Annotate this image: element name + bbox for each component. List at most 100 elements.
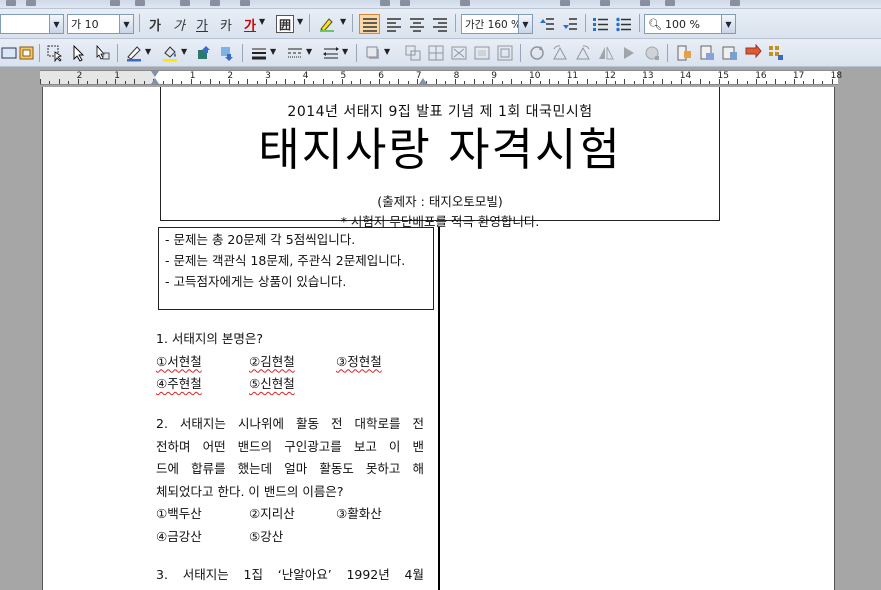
toolbar-icon[interactable] <box>460 0 470 6</box>
ruler-tick <box>285 79 287 84</box>
wrap-text-icon[interactable] <box>675 44 693 62</box>
align-right-button[interactable] <box>431 15 449 33</box>
bring-front-icon[interactable] <box>195 44 213 62</box>
caption-icon[interactable] <box>698 44 716 62</box>
ruler-tick <box>58 79 60 84</box>
toolbar-icon[interactable] <box>135 0 145 6</box>
select-objects-icon[interactable] <box>46 44 64 62</box>
toolbar-icon[interactable] <box>380 0 390 6</box>
font-color-button[interactable]: 가 <box>241 15 259 34</box>
resize-icon[interactable] <box>496 44 514 62</box>
toolbar-icon[interactable] <box>640 0 650 6</box>
chevron-down-icon[interactable]: ▼ <box>181 47 187 56</box>
flip-vertical-icon[interactable] <box>620 44 638 62</box>
toolbar-icon[interactable] <box>400 0 410 6</box>
bullet-list-button[interactable] <box>615 15 633 33</box>
toolbar-icon[interactable] <box>600 0 610 6</box>
shadow-icon[interactable] <box>364 44 382 62</box>
indent-marker[interactable] <box>151 71 159 77</box>
strikethrough-button[interactable]: 카 <box>217 15 235 34</box>
chevron-down-icon[interactable]: ▼ <box>306 47 312 56</box>
toolbar-icon[interactable] <box>210 0 220 6</box>
fill-color-icon[interactable] <box>161 44 179 62</box>
toolbar-icon[interactable] <box>560 0 570 6</box>
chevron-down-icon[interactable]: ▼ <box>119 15 133 33</box>
chevron-down-icon[interactable]: ▼ <box>340 17 346 26</box>
chevron-down-icon[interactable]: ▼ <box>342 47 348 56</box>
align-justify-icon <box>362 18 377 32</box>
line-style-icon[interactable] <box>250 44 268 62</box>
rotate-left-icon[interactable] <box>551 44 569 62</box>
flip-horizontal-icon[interactable] <box>597 44 615 62</box>
toolbar-icon[interactable] <box>180 0 190 6</box>
highlighter-icon[interactable] <box>318 15 336 33</box>
pointer-icon[interactable] <box>70 44 88 62</box>
insert-picture-icon[interactable] <box>721 44 739 62</box>
chevron-down-icon[interactable]: ▼ <box>297 17 303 26</box>
dash-style-icon[interactable] <box>286 44 304 62</box>
ruler-tick <box>388 81 390 84</box>
decrease-spacing-button[interactable] <box>561 15 579 33</box>
chevron-down-icon[interactable]: ▼ <box>518 15 532 33</box>
chevron-down-icon[interactable]: ▼ <box>384 47 390 56</box>
align-objects-icon[interactable] <box>450 44 468 62</box>
line-spacing-combo[interactable]: 가간 160 % ▼ <box>461 14 533 34</box>
ruler-tick <box>709 81 711 84</box>
bold-button[interactable]: 가 <box>146 15 164 34</box>
option: ②지리산 <box>249 506 295 521</box>
toolbar-icon[interactable] <box>240 0 250 6</box>
ruler-tick <box>445 81 447 84</box>
style-combo[interactable]: ▼ <box>0 14 64 34</box>
group-icon[interactable] <box>93 44 111 62</box>
underline-button[interactable]: 가 <box>193 15 211 34</box>
align-left-button[interactable] <box>385 15 403 33</box>
ruler-tick <box>473 79 475 84</box>
connector-icon[interactable] <box>767 44 785 62</box>
toolbar-icon[interactable] <box>26 0 36 6</box>
zoom-combo[interactable]: 🔍︎ 100 % ▼ <box>644 14 736 34</box>
frame-icon[interactable] <box>18 44 36 62</box>
chevron-down-icon[interactable]: ▼ <box>270 47 276 56</box>
toolbar-icon[interactable] <box>665 0 675 6</box>
option: ③정현철 <box>336 353 382 369</box>
chevron-down-icon[interactable]: ▼ <box>49 15 63 33</box>
ruler-tick <box>765 81 767 84</box>
column-divider <box>438 227 440 590</box>
toolbar-icon[interactable] <box>110 0 120 6</box>
arrow-style-icon[interactable] <box>322 44 340 62</box>
horizontal-ruler[interactable]: 2 1 1 2 3 4 5 6 7 8 9 10 11 12 13 14 15 16 17 18 <box>0 67 881 87</box>
distribute-icon[interactable] <box>473 44 491 62</box>
ruler-tick <box>784 81 786 84</box>
ruler-tick <box>699 79 701 84</box>
line-color-icon[interactable] <box>125 44 143 62</box>
italic-button[interactable]: 가 <box>170 15 188 34</box>
reshape-icon[interactable] <box>643 44 661 62</box>
increase-spacing-button[interactable] <box>538 15 556 33</box>
align-justify-button[interactable] <box>359 14 380 34</box>
pointer-arrow-icon[interactable] <box>744 44 762 62</box>
toolbar-icon[interactable] <box>6 0 16 6</box>
object-icon[interactable] <box>0 44 18 62</box>
border-button[interactable]: 囲 <box>276 15 294 33</box>
ruler-tick <box>398 79 400 84</box>
indent-marker[interactable] <box>151 78 159 84</box>
font-size-combo[interactable]: 가 10 ▼ <box>67 14 134 34</box>
document-page[interactable]: 2014년 서태지 9집 발표 기념 제 1회 대국민시험 태지사랑 자격시험 … <box>42 87 835 590</box>
indent-marker[interactable] <box>419 78 427 84</box>
toolbar-icon[interactable] <box>730 0 740 6</box>
ruler-tick <box>228 79 230 84</box>
send-back-icon[interactable] <box>218 44 236 62</box>
align-center-button[interactable] <box>408 15 426 33</box>
option: ⑤강산 <box>249 528 284 544</box>
rotate-icon[interactable] <box>528 44 546 62</box>
rotate-right-icon[interactable] <box>574 44 592 62</box>
ruler-tick <box>68 81 70 84</box>
spacing-down-icon <box>563 18 577 30</box>
ruler-tick <box>831 79 833 84</box>
copy-shape-icon[interactable] <box>404 44 422 62</box>
chevron-down-icon[interactable]: ▼ <box>721 15 735 33</box>
chevron-down-icon[interactable]: ▼ <box>145 47 151 56</box>
numbered-list-button[interactable] <box>592 15 610 33</box>
grid-icon[interactable] <box>427 44 445 62</box>
chevron-down-icon[interactable]: ▼ <box>259 17 265 26</box>
